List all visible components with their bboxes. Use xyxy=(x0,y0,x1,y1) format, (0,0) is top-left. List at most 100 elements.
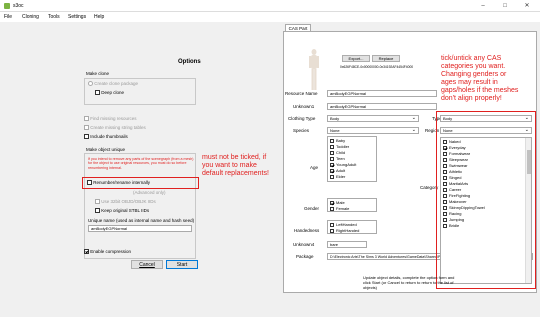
left-annotation-line: you want to make xyxy=(202,162,257,169)
enable-compression-checkbox[interactable] xyxy=(84,249,89,255)
ages-checkbox[interactable] xyxy=(330,150,334,155)
include-thumbnails-label: Include thumbnails xyxy=(90,134,128,139)
categories-checkbox[interactable] xyxy=(443,139,447,144)
replace-button[interactable]: Replace xyxy=(372,55,400,62)
categories-checkbox[interactable] xyxy=(443,193,447,198)
genders-label: Female xyxy=(336,206,350,211)
create-missing-strings-checkbox[interactable] xyxy=(84,125,89,131)
genders-checkbox[interactable] xyxy=(330,206,334,211)
include-thumbnails-checkbox[interactable] xyxy=(84,134,89,140)
options-heading: Options xyxy=(178,59,201,65)
menu-tools[interactable]: Tools xyxy=(48,14,60,20)
gender-label: Gender xyxy=(304,206,320,211)
package-label: Package xyxy=(296,254,314,259)
categories-checkbox[interactable] xyxy=(443,217,447,222)
clothing-type-select[interactable]: Body xyxy=(327,115,419,122)
categories-checkbox[interactable] xyxy=(443,169,447,174)
ages-checkbox[interactable] xyxy=(330,138,334,143)
right-annotation-line: ages may result in xyxy=(441,79,498,86)
ages-checkbox[interactable] xyxy=(330,156,334,161)
ages-checkbox[interactable] xyxy=(330,168,334,173)
categories-checkbox[interactable] xyxy=(443,157,447,162)
unknown4-input[interactable]: bare xyxy=(327,241,367,248)
categories-label: Career xyxy=(449,187,462,192)
handedness-label: Handedness xyxy=(294,228,320,233)
categories-label: Everyday xyxy=(449,145,466,150)
category-scrollbar[interactable] xyxy=(525,138,531,283)
resource-name-input[interactable]: amBodyEGPNormal xyxy=(327,90,437,97)
categories-label: Formalwear xyxy=(449,151,471,156)
start-button[interactable]: Start xyxy=(166,260,198,269)
handedness-item[interactable]: RightHanded xyxy=(330,228,374,234)
options-pane: Options Make clone Create clone package … xyxy=(0,22,280,317)
categories-checkbox[interactable] xyxy=(443,145,447,150)
use32-checkbox[interactable] xyxy=(95,199,100,205)
ages-checkbox[interactable] xyxy=(330,162,334,167)
renumber-checkbox[interactable] xyxy=(87,180,92,186)
handedness-list: LeftHanded RightHanded xyxy=(327,220,377,234)
menu-help[interactable]: Help xyxy=(94,14,104,20)
region-select[interactable]: None xyxy=(440,127,532,134)
unknown1-input[interactable]: amBodyEGPNormal xyxy=(327,103,437,110)
categories-checkbox[interactable] xyxy=(443,181,447,186)
make-unique-label: Make object unique xyxy=(86,147,126,152)
categories-checkbox[interactable] xyxy=(443,187,447,192)
categories-checkbox[interactable] xyxy=(443,223,447,228)
create-missing-strings-label: Create missing string tables xyxy=(90,125,146,130)
species-select[interactable]: None xyxy=(327,127,419,134)
category-list: Naked Everyday Formalwear Sleepwear Swimwear… xyxy=(440,137,532,284)
categories-item[interactable]: Bridle xyxy=(443,223,529,229)
close-icon[interactable]: ✕ xyxy=(518,1,536,11)
categories-label: Racing xyxy=(449,211,462,216)
find-missing-checkbox[interactable] xyxy=(84,116,89,122)
categories-label: Swimwear xyxy=(449,163,468,168)
thumbnail-key: 0x626F48CE-0x00000000-0x34192AF4454F4000 xyxy=(340,65,414,69)
deep-clone-checkbox[interactable] xyxy=(95,90,100,96)
handedness-checkbox[interactable] xyxy=(330,228,334,233)
ages-label: YoungAdult xyxy=(336,162,357,167)
genders-item[interactable]: Female xyxy=(330,206,374,212)
create-clone-package-radio[interactable] xyxy=(88,81,93,87)
ages-checkbox[interactable] xyxy=(330,144,334,149)
categories-label: MartialArts xyxy=(449,181,469,186)
left-annotation: must not be ticked, if you want to make … xyxy=(202,154,269,178)
categories-label: Bridle xyxy=(449,223,460,228)
categories-checkbox[interactable] xyxy=(443,175,447,180)
menu-cloning[interactable]: Cloning xyxy=(22,14,39,20)
menu-bar: File Cloning Tools Settings Help xyxy=(0,12,540,22)
export-button[interactable]: Export... xyxy=(342,55,370,62)
handedness-checkbox[interactable] xyxy=(330,222,334,227)
right-annotation-line: tick/untick any CAS xyxy=(441,55,502,62)
create-clone-package-label: Create clone package xyxy=(94,81,139,86)
categories-checkbox[interactable] xyxy=(443,205,447,210)
menu-settings[interactable]: Settings xyxy=(68,14,86,20)
right-annotation: tick/untick any CAS categories you want.… xyxy=(441,55,518,103)
keep-stbl-checkbox[interactable] xyxy=(95,208,100,214)
cancel-button[interactable]: Cancel xyxy=(131,260,163,269)
categories-label: FireFighting xyxy=(449,193,471,198)
ages-checkbox[interactable] xyxy=(330,174,334,179)
left-annotation-line: must not be ticked, if xyxy=(202,154,267,161)
enable-compression-label: Enable compression xyxy=(90,249,132,254)
type-select[interactable]: Body xyxy=(440,115,532,122)
genders-checkbox[interactable] xyxy=(330,200,334,205)
ages-label: Baby xyxy=(336,138,346,143)
ages-label: Elder xyxy=(336,174,346,179)
genders-label: Male xyxy=(336,200,345,205)
minimize-icon[interactable]: – xyxy=(474,1,492,11)
menu-file[interactable]: File xyxy=(4,14,12,20)
ages-label: Adult xyxy=(336,168,346,173)
cas-pane: CAS Part Export... Replace 0x626F48CE-0x… xyxy=(280,22,540,317)
make-unique-group: If you intend to remove any parts of the… xyxy=(84,153,196,259)
categories-checkbox[interactable] xyxy=(443,199,447,204)
categories-checkbox[interactable] xyxy=(443,211,447,216)
category-highlight: Body None NakedEverydayFormalwearSleepwe… xyxy=(436,111,536,289)
ages-item[interactable]: Elder xyxy=(330,174,374,180)
categories-label: SkinnyDippingTowel xyxy=(449,205,485,210)
maximize-icon[interactable]: □ xyxy=(496,1,514,11)
categories-checkbox[interactable] xyxy=(443,163,447,168)
categories-checkbox[interactable] xyxy=(443,151,447,156)
thumbnail-image xyxy=(308,48,320,92)
unique-name-input[interactable]: amBodyEGPNormal xyxy=(88,225,192,232)
window-title: s3oc xyxy=(13,3,24,9)
